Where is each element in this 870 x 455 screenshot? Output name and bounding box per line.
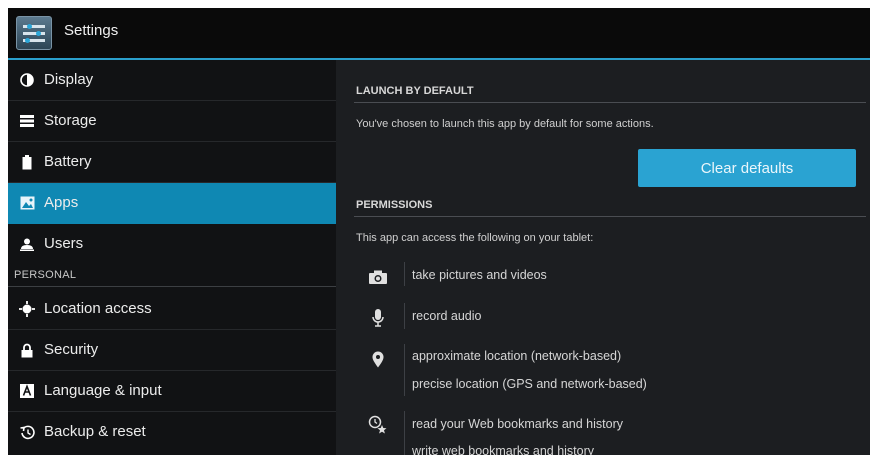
section-header-label: PERSONAL bbox=[14, 269, 77, 281]
app-detail-panel: LAUNCH BY DEFAULT You've chosen to launc… bbox=[336, 60, 870, 455]
launch-by-default-header: LAUNCH BY DEFAULT bbox=[354, 80, 866, 103]
permission-divider bbox=[404, 262, 405, 286]
settings-sidebar: Display Storage Battery Apps Users PERSO… bbox=[8, 60, 336, 455]
settings-icon[interactable] bbox=[16, 16, 52, 50]
permission-item: read your Web bookmarks and history bbox=[412, 417, 623, 431]
sidebar-item-label: Apps bbox=[44, 194, 79, 211]
permission-item: write web bookmarks and history bbox=[412, 444, 595, 455]
section-header-label: LAUNCH BY DEFAULT bbox=[356, 85, 474, 97]
permission-divider bbox=[404, 344, 405, 396]
location-pin-icon bbox=[368, 349, 388, 369]
sidebar-item-users[interactable]: Users bbox=[8, 224, 336, 265]
apps-icon bbox=[18, 194, 36, 212]
sidebar-item-display[interactable]: Display bbox=[8, 60, 336, 101]
sidebar-item-language-input[interactable]: Language & input bbox=[8, 371, 336, 412]
sidebar-item-label: Language & input bbox=[44, 382, 162, 399]
action-bar: Settings bbox=[8, 8, 870, 60]
sidebar-item-backup-reset[interactable]: Backup & reset bbox=[8, 412, 336, 453]
sidebar-item-label: Security bbox=[44, 341, 99, 358]
section-header-personal: PERSONAL bbox=[8, 265, 336, 287]
sidebar-item-label: Backup & reset bbox=[44, 423, 146, 440]
clear-defaults-button[interactable]: Clear defaults bbox=[638, 149, 856, 187]
settings-screen: Settings Display Storage Battery Apps Us… bbox=[8, 8, 870, 455]
lock-icon bbox=[18, 341, 36, 359]
display-icon bbox=[18, 71, 36, 89]
permissions-header: PERMISSIONS bbox=[354, 194, 866, 217]
permission-divider bbox=[404, 411, 405, 455]
sidebar-item-label: Battery bbox=[44, 153, 92, 170]
sidebar-item-label: Location access bbox=[44, 300, 152, 317]
sidebar-item-storage[interactable]: Storage bbox=[8, 101, 336, 142]
sidebar-item-security[interactable]: Security bbox=[8, 330, 336, 371]
section-header-label: PERMISSIONS bbox=[356, 199, 433, 211]
sidebar-item-label: Display bbox=[44, 71, 94, 88]
microphone-icon bbox=[368, 308, 388, 328]
permission-divider bbox=[404, 303, 405, 329]
permission-item: approximate location (network-based) bbox=[412, 349, 622, 363]
sidebar-item-apps[interactable]: Apps bbox=[8, 183, 336, 224]
users-icon bbox=[18, 235, 36, 253]
restore-icon bbox=[18, 423, 36, 441]
launch-default-description: You've chosen to launch this app by defa… bbox=[356, 118, 654, 130]
keyboard-icon bbox=[18, 382, 36, 400]
bookmarks-icon bbox=[368, 415, 388, 435]
page-title: Settings bbox=[64, 22, 119, 39]
permission-item: record audio bbox=[412, 309, 482, 323]
sidebar-item-label: Users bbox=[44, 235, 84, 252]
permission-item: precise location (GPS and network-based) bbox=[412, 377, 647, 391]
permissions-intro: This app can access the following on you… bbox=[356, 232, 594, 244]
sidebar-item-label: Storage bbox=[44, 112, 97, 129]
battery-icon bbox=[18, 153, 36, 171]
storage-icon bbox=[18, 112, 36, 130]
sidebar-item-battery[interactable]: Battery bbox=[8, 142, 336, 183]
sidebar-item-location-access[interactable]: Location access bbox=[8, 289, 336, 330]
permission-item: take pictures and videos bbox=[412, 268, 547, 282]
camera-icon bbox=[368, 267, 388, 287]
location-access-icon bbox=[18, 300, 36, 318]
